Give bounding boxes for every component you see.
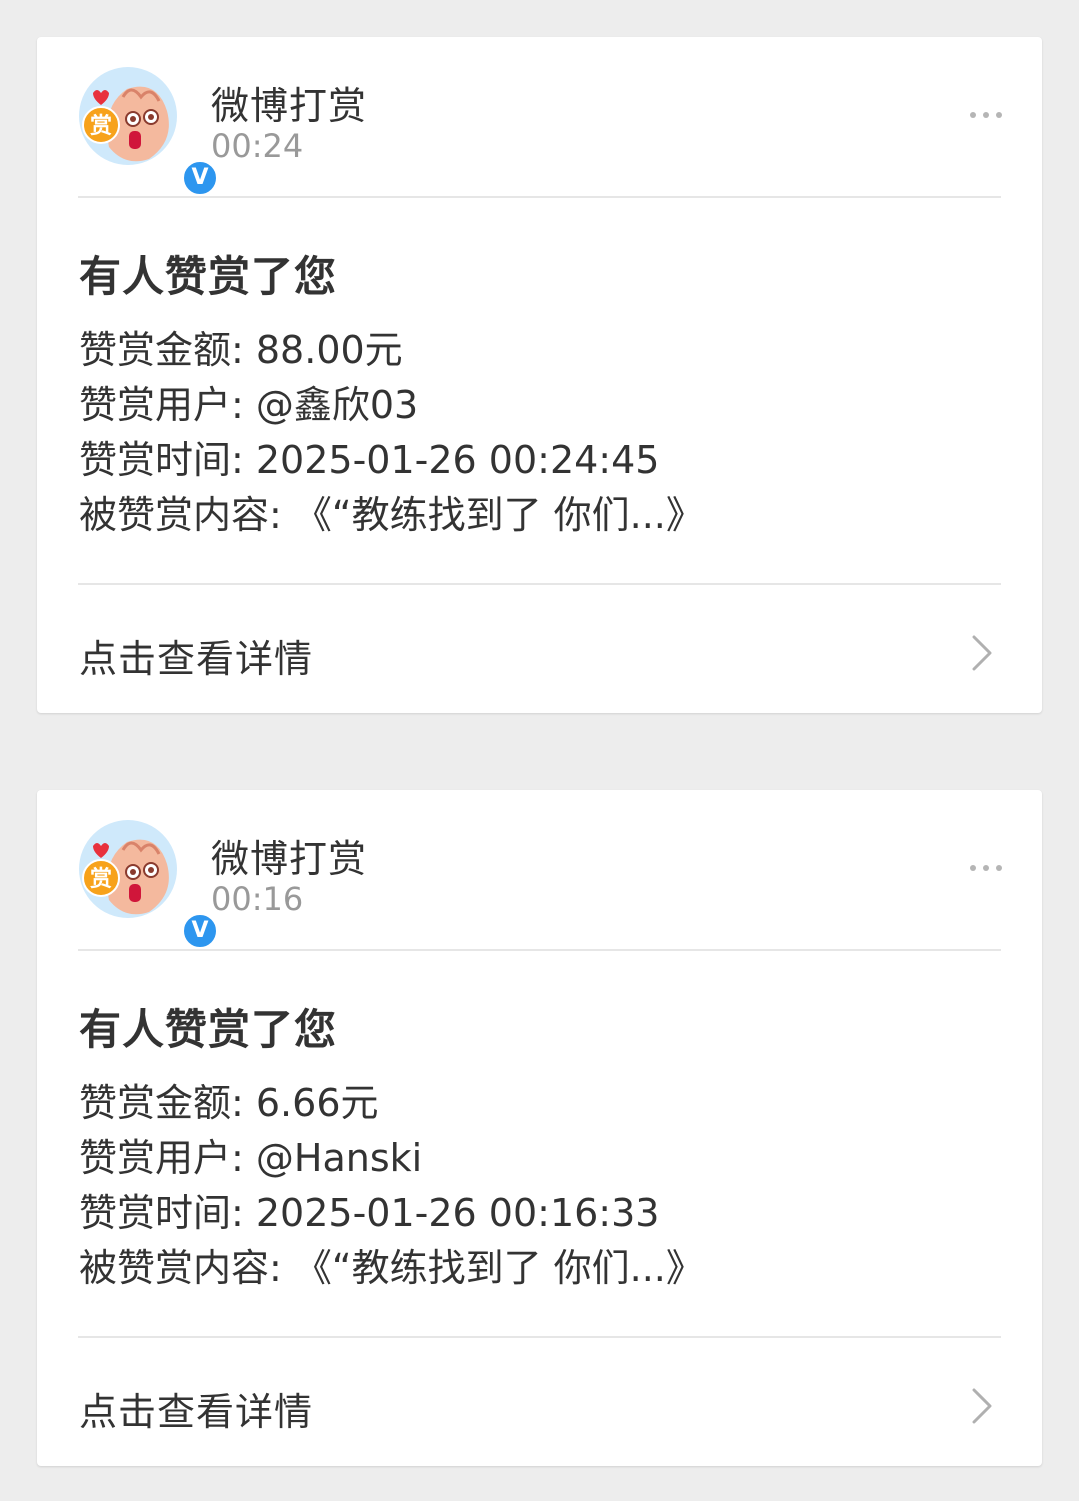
sender-name[interactable]: 微博打赏: [211, 828, 367, 883]
message-title: 有人赞赏了您: [79, 252, 338, 301]
avatar-image-icon: 赏: [79, 67, 177, 165]
reward-time: 赞赏时间: 2025-01-26 00:24:45: [79, 438, 660, 482]
avatar-image-icon: 赏: [79, 820, 177, 918]
sender-name[interactable]: 微博打赏: [211, 75, 367, 130]
reward-user: 赞赏用户: @鑫欣03: [79, 383, 419, 427]
chevron-right-icon: [972, 1388, 992, 1424]
reward-amount: 赞赏金额: 88.00元: [79, 328, 403, 372]
rewarded-content: 被赞赏内容: 《“教练找到了 你们...》: [79, 1246, 704, 1290]
card-header: 赏 V 微博打赏 00:16: [37, 790, 1042, 950]
more-options-icon[interactable]: [970, 103, 1002, 127]
view-details-label: 点击查看详情: [79, 1390, 314, 1434]
message-card: 赏 V 微博打赏 00:16 有人赞赏了您 赞赏金额: 6.66元 赞赏用户: …: [37, 790, 1042, 1466]
message-body: 赞赏金额: 88.00元 赞赏用户: @鑫欣03 赞赏时间: 2025-01-2…: [79, 327, 704, 547]
divider: [78, 196, 1001, 198]
avatar[interactable]: 赏 V: [79, 820, 219, 950]
card-header: 赏 V 微博打赏 00:24: [37, 37, 1042, 197]
message-time: 00:16: [211, 880, 304, 918]
chevron-right-icon: [972, 635, 992, 671]
reward-time: 赞赏时间: 2025-01-26 00:16:33: [79, 1191, 660, 1235]
view-details-label: 点击查看详情: [79, 637, 314, 681]
message-time: 00:24: [211, 127, 304, 165]
avatar-text: 赏: [90, 114, 112, 139]
avatar[interactable]: 赏 V: [79, 67, 219, 197]
avatar-text: 赏: [90, 867, 112, 892]
message-card: 赏 V 微博打赏 00:24 有人赞赏了您 赞赏金额: 88.00元 赞赏用户:…: [37, 37, 1042, 713]
reward-user: 赞赏用户: @Hanski: [79, 1136, 423, 1180]
divider: [78, 949, 1001, 951]
message-body: 赞赏金额: 6.66元 赞赏用户: @Hanski 赞赏时间: 2025-01-…: [79, 1080, 704, 1300]
reward-amount: 赞赏金额: 6.66元: [79, 1081, 379, 1125]
rewarded-content: 被赞赏内容: 《“教练找到了 你们...》: [79, 493, 704, 537]
more-options-icon[interactable]: [970, 856, 1002, 880]
message-title: 有人赞赏了您: [79, 1005, 338, 1054]
view-details-link[interactable]: 点击查看详情: [37, 585, 1042, 713]
view-details-link[interactable]: 点击查看详情: [37, 1338, 1042, 1466]
